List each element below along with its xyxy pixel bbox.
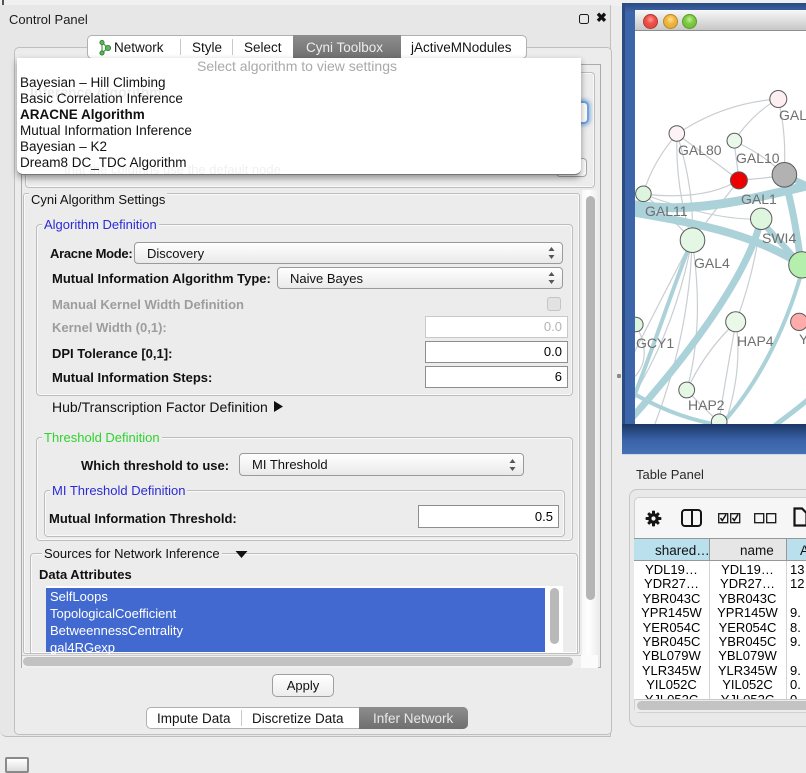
svg-text:Y: Y <box>799 331 806 347</box>
svg-text:HAP4: HAP4 <box>737 333 774 349</box>
svg-text:HAP2: HAP2 <box>688 397 725 413</box>
svg-text:GAL80: GAL80 <box>678 142 722 158</box>
svg-text:GCY1: GCY1 <box>636 335 674 351</box>
svg-text:GAL4: GAL4 <box>694 255 730 271</box>
svg-text:GAL: GAL <box>779 107 806 123</box>
svg-text:GAL10: GAL10 <box>736 150 780 166</box>
svg-text:GAL1: GAL1 <box>741 191 777 207</box>
svg-text:SWI4: SWI4 <box>762 230 796 246</box>
svg-text:GAL11: GAL11 <box>645 203 688 219</box>
